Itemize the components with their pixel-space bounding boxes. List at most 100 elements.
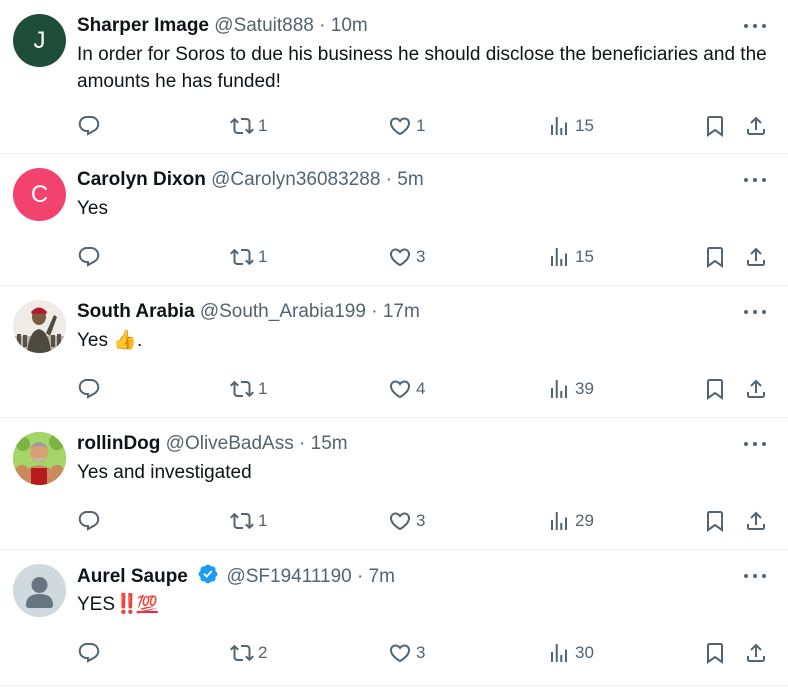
retweet-icon — [230, 512, 254, 530]
share-button[interactable] — [744, 640, 768, 666]
action-bar: 1 3 15 — [77, 244, 768, 270]
tweet[interactable]: Aurel Saupe @SF19411190 · 7m YES‼️💯 2 3 … — [0, 550, 788, 686]
share-button[interactable] — [744, 244, 768, 270]
avatar[interactable]: C — [13, 168, 66, 221]
action-bar: 1 4 39 — [77, 376, 768, 402]
retweet-button[interactable]: 2 — [230, 640, 267, 666]
timestamp[interactable]: 7m — [369, 566, 395, 587]
timestamp[interactable]: 10m — [331, 15, 368, 36]
like-count: 1 — [416, 116, 426, 135]
timestamp[interactable]: 5m — [397, 169, 423, 190]
separator-dot: · — [371, 301, 378, 322]
bookmark-button[interactable] — [703, 376, 727, 402]
reply-button[interactable] — [77, 376, 101, 402]
more-icon[interactable] — [744, 20, 766, 32]
like-count: 3 — [416, 247, 426, 266]
retweet-icon — [230, 248, 254, 266]
user-handle[interactable]: @OliveBadAss — [166, 433, 294, 454]
tweet[interactable]: C Carolyn Dixon @Carolyn36083288 · 5m Ye… — [0, 154, 788, 286]
share-button[interactable] — [744, 508, 768, 534]
display-name[interactable]: Sharper Image — [77, 15, 209, 36]
views-count: 30 — [575, 643, 594, 662]
views-count: 15 — [575, 247, 594, 266]
user-handle[interactable]: @Carolyn36083288 — [211, 169, 380, 190]
like-count: 3 — [416, 511, 426, 530]
tweet-header: Carolyn Dixon @Carolyn36083288 · 5m — [77, 167, 728, 193]
bookmark-button[interactable] — [703, 244, 727, 270]
reply-button[interactable] — [77, 113, 101, 139]
tweet-header: Aurel Saupe @SF19411190 · 7m — [77, 563, 728, 590]
like-icon — [389, 248, 411, 267]
avatar[interactable] — [13, 300, 66, 353]
bookmark-button[interactable] — [703, 113, 727, 139]
bookmark-button[interactable] — [703, 508, 727, 534]
reply-icon — [78, 116, 100, 136]
tweet[interactable]: South Arabia @South_Arabia199 · 17m Yes … — [0, 286, 788, 418]
display-name[interactable]: rollinDog — [77, 433, 160, 454]
tweet[interactable]: J Sharper Image @Satuit888 · 10m In orde… — [0, 0, 788, 154]
retweet-button[interactable]: 1 — [230, 508, 267, 534]
display-name[interactable]: Aurel Saupe — [77, 566, 188, 587]
retweet-button[interactable]: 1 — [230, 244, 267, 270]
action-bar: 2 3 30 — [77, 640, 768, 666]
views-icon — [551, 512, 567, 530]
like-icon — [389, 380, 411, 399]
share-button[interactable] — [744, 376, 768, 402]
share-icon — [747, 116, 765, 135]
reply-icon — [78, 511, 100, 531]
tweet-header: South Arabia @South_Arabia199 · 17m — [77, 299, 728, 325]
retweet-count: 1 — [258, 511, 268, 530]
more-icon[interactable] — [744, 438, 766, 450]
default-profile-icon — [13, 564, 66, 617]
separator-dot: · — [319, 15, 326, 36]
like-icon — [389, 644, 411, 663]
bookmark-icon — [707, 379, 723, 400]
like-button[interactable]: 3 — [388, 640, 425, 666]
reply-button[interactable] — [77, 508, 101, 534]
views-icon — [551, 644, 567, 662]
display-name[interactable]: Carolyn Dixon — [77, 169, 206, 190]
user-handle[interactable]: @SF19411190 — [226, 566, 351, 587]
share-icon — [747, 379, 765, 398]
separator-dot: · — [299, 433, 306, 454]
display-name[interactable]: South Arabia — [77, 301, 195, 322]
share-icon — [747, 247, 765, 266]
retweet-button[interactable]: 1 — [230, 113, 267, 139]
views-button[interactable]: 39 — [547, 376, 594, 402]
reply-button[interactable] — [77, 640, 101, 666]
views-icon — [551, 117, 567, 135]
more-icon[interactable] — [744, 306, 766, 318]
timestamp[interactable]: 15m — [311, 433, 348, 454]
tweet-text: Yes 👍. — [77, 327, 768, 354]
tweet[interactable]: rollinDog @OliveBadAss · 15m Yes and inv… — [0, 418, 788, 550]
more-icon[interactable] — [744, 174, 766, 186]
reply-icon — [78, 379, 100, 399]
separator-dot: · — [385, 169, 392, 190]
like-button[interactable]: 1 — [388, 113, 425, 139]
tweet-text-suffix: . — [136, 330, 143, 351]
like-button[interactable]: 3 — [388, 244, 425, 270]
retweet-button[interactable]: 1 — [230, 376, 267, 402]
reply-icon — [78, 247, 100, 267]
verified-badge-icon[interactable] — [197, 563, 219, 585]
user-handle[interactable]: @Satuit888 — [214, 15, 314, 36]
tweet-header: rollinDog @OliveBadAss · 15m — [77, 431, 728, 457]
like-button[interactable]: 4 — [388, 376, 425, 402]
avatar[interactable] — [13, 564, 66, 617]
views-button[interactable]: 30 — [547, 640, 594, 666]
user-handle[interactable]: @South_Arabia199 — [200, 301, 366, 322]
tweet-text-main: Yes — [77, 330, 108, 351]
views-button[interactable]: 15 — [547, 244, 594, 270]
timestamp[interactable]: 17m — [383, 301, 420, 322]
views-button[interactable]: 15 — [547, 113, 594, 139]
avatar[interactable]: J — [13, 14, 66, 67]
share-button[interactable] — [744, 113, 768, 139]
avatar[interactable] — [13, 432, 66, 485]
more-icon[interactable] — [744, 570, 766, 582]
retweet-icon — [230, 644, 254, 662]
views-button[interactable]: 29 — [547, 508, 594, 534]
like-button[interactable]: 3 — [388, 508, 425, 534]
bookmark-button[interactable] — [703, 640, 727, 666]
action-bar: 1 1 15 — [77, 113, 768, 139]
reply-button[interactable] — [77, 244, 101, 270]
